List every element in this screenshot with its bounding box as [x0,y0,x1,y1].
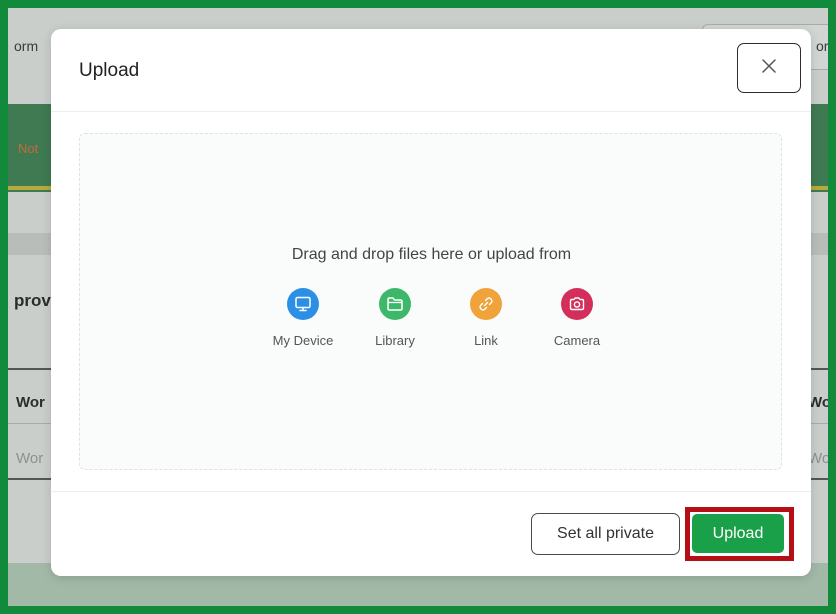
close-button[interactable] [737,43,801,93]
source-library[interactable]: Library [355,288,435,348]
bg-status-text: Not [18,141,39,156]
source-camera[interactable]: Camera [537,288,617,348]
set-all-private-button[interactable]: Set all private [531,513,680,555]
modal-footer: Set all private Upload [51,491,811,577]
bg-top-right-text: or [816,38,828,54]
camera-icon [561,288,593,320]
link-icon [470,288,502,320]
upload-button[interactable]: Upload [692,514,784,553]
bg-top-left-text: orm [14,38,39,54]
upload-modal: Upload Drag and drop files here or uploa… [51,29,811,576]
monitor-icon [287,288,319,320]
bg-column-header-left: Wor [16,394,45,411]
modal-title: Upload [79,60,140,81]
bg-cell-placeholder-right: Wo [808,450,828,467]
folder-icon [379,288,411,320]
source-label: Library [375,333,415,348]
source-my-device[interactable]: My Device [263,288,343,348]
bg-section-heading: prov [14,291,51,310]
dropzone-text: Drag and drop files here or upload from [291,246,572,263]
upload-sources: My Device Library Link Camera [247,288,647,358]
modal-header: Upload [51,29,811,112]
bg-column-header-right: Wo [808,394,828,411]
file-dropzone[interactable]: Drag and drop files here or upload from … [79,133,782,470]
source-label: Camera [553,333,601,348]
bg-cell-placeholder-left: Wor [16,450,44,467]
source-link[interactable]: Link [446,288,526,348]
source-label: Link [474,333,498,348]
source-label: My Device [272,333,334,348]
close-icon [761,58,777,79]
